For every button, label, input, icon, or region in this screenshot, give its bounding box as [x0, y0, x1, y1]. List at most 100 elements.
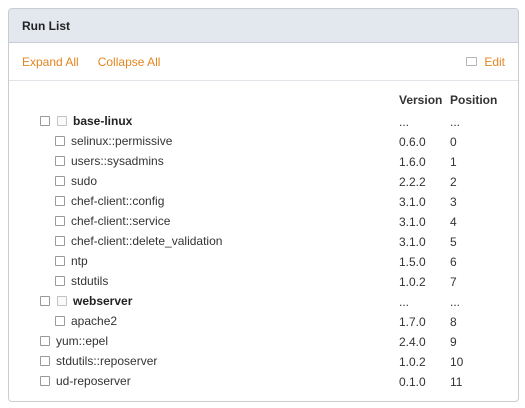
row-position: 6 [450, 255, 457, 269]
row-version: 2.2.2 [399, 175, 426, 189]
recipe-row[interactable]: ud-reposerver 0.1.0 11 [9, 371, 518, 391]
row-name-cell: chef-client::delete_validation [55, 234, 222, 248]
recipe-name: users::sysadmins [71, 154, 164, 168]
recipe-row[interactable]: stdutils 1.0.2 7 [9, 271, 518, 291]
role-row[interactable]: webserver...... [9, 291, 518, 311]
row-version: 1.0.2 [399, 355, 426, 369]
position-column-header: Position [450, 93, 498, 107]
recipe-name: chef-client::service [71, 214, 171, 228]
row-version: 1.0.2 [399, 275, 426, 289]
row-checkbox[interactable] [55, 276, 65, 286]
version-column-header: Version [399, 93, 443, 107]
recipe-name: yum::epel [56, 334, 109, 348]
row-name-cell: webserver [40, 294, 132, 308]
recipe-row[interactable]: chef-client::delete_validation 3.1.0 5 [9, 231, 518, 251]
row-checkbox[interactable] [55, 176, 65, 186]
row-name-cell: chef-client::config [55, 194, 164, 208]
row-position: 8 [450, 315, 457, 329]
recipe-name: apache2 [71, 314, 118, 328]
recipe-name: chef-client::delete_validation [71, 234, 223, 248]
toolbar: Expand All Collapse All Edit [9, 43, 518, 81]
row-name-cell: stdutils::reposerver [40, 354, 157, 368]
recipe-row[interactable]: yum::epel 2.4.0 9 [9, 331, 518, 351]
row-checkbox[interactable] [40, 296, 50, 306]
row-version: 1.7.0 [399, 315, 426, 329]
panel-title: Run List [22, 18, 70, 33]
recipe-name: stdutils [71, 274, 109, 288]
row-checkbox[interactable] [55, 236, 65, 246]
row-name-cell: stdutils [55, 274, 108, 288]
panel-header: Run List [9, 9, 518, 43]
row-name-cell: ud-reposerver [40, 374, 131, 388]
recipe-row[interactable]: selinux::permissive 0.6.0 0 [9, 131, 518, 151]
row-position: 4 [450, 215, 457, 229]
row-position: 5 [450, 235, 457, 249]
row-position: 3 [450, 195, 457, 209]
role-folder-icon [57, 296, 67, 306]
row-version: ... [399, 115, 410, 129]
expand-all-link[interactable]: Expand All [22, 55, 79, 69]
row-checkbox[interactable] [40, 116, 50, 126]
run-list-panel: Run List Expand All Collapse All Edit Ve… [8, 8, 519, 402]
row-checkbox[interactable] [55, 196, 65, 206]
row-position: 11 [450, 375, 463, 389]
row-checkbox[interactable] [55, 156, 65, 166]
recipe-name: chef-client::config [71, 194, 165, 208]
row-name-cell: sudo [55, 174, 97, 188]
recipe-row[interactable]: ntp 1.5.0 6 [9, 251, 518, 271]
row-version: 3.1.0 [399, 235, 426, 249]
row-name-cell: yum::epel [40, 334, 108, 348]
edit-button[interactable]: Edit [466, 55, 505, 69]
row-version: 2.4.0 [399, 335, 426, 349]
edit-label: Edit [484, 54, 505, 69]
row-position: 9 [450, 335, 457, 349]
row-version: 3.1.0 [399, 215, 426, 229]
role-name: webserver [73, 294, 133, 308]
role-row[interactable]: base-linux...... [9, 111, 518, 131]
row-checkbox[interactable] [55, 216, 65, 226]
row-checkbox[interactable] [55, 316, 65, 326]
row-position: 7 [450, 275, 457, 289]
recipe-name: ud-reposerver [56, 374, 131, 388]
recipe-row[interactable]: chef-client::service 3.1.0 4 [9, 211, 518, 231]
role-name: base-linux [73, 114, 133, 128]
row-name-cell: ntp [55, 254, 88, 268]
row-name-cell: base-linux [40, 114, 132, 128]
row-version: 1.6.0 [399, 155, 426, 169]
row-name-cell: apache2 [55, 314, 117, 328]
row-position: 0 [450, 135, 457, 149]
row-version: 0.1.0 [399, 375, 426, 389]
row-checkbox[interactable] [55, 256, 65, 266]
row-name-cell: users::sysadmins [55, 154, 164, 168]
recipe-name: ntp [71, 254, 88, 268]
row-position: ... [450, 295, 461, 309]
row-position: ... [450, 115, 461, 129]
row-version: 0.6.0 [399, 135, 426, 149]
recipe-name: sudo [71, 174, 98, 188]
recipe-row[interactable]: sudo 2.2.2 2 [9, 171, 518, 191]
row-name-cell: selinux::permissive [55, 134, 172, 148]
row-position: 10 [450, 355, 464, 369]
table-header-row: Version Position [9, 91, 518, 111]
row-checkbox[interactable] [40, 356, 50, 366]
collapse-all-link[interactable]: Collapse All [98, 55, 161, 69]
table-body: base-linux...... selinux::permissive 0.6.0… [9, 111, 518, 391]
row-version: 3.1.0 [399, 195, 426, 209]
recipe-row[interactable]: users::sysadmins 1.6.0 1 [9, 151, 518, 171]
run-list-table: Version Position base-linux...... selinux… [9, 81, 518, 391]
row-version: 1.5.0 [399, 255, 426, 269]
row-position: 2 [450, 175, 457, 189]
row-name-cell: chef-client::service [55, 214, 170, 228]
row-position: 1 [450, 155, 457, 169]
recipe-name: stdutils::reposerver [56, 354, 158, 368]
role-folder-icon [57, 116, 67, 126]
edit-icon [466, 57, 478, 66]
recipe-row[interactable]: stdutils::reposerver 1.0.2 10 [9, 351, 518, 371]
row-checkbox[interactable] [55, 136, 65, 146]
recipe-row[interactable]: apache2 1.7.0 8 [9, 311, 518, 331]
recipe-row[interactable]: chef-client::config 3.1.0 3 [9, 191, 518, 211]
row-checkbox[interactable] [40, 376, 50, 386]
row-version: ... [399, 295, 410, 309]
row-checkbox[interactable] [40, 336, 50, 346]
recipe-name: selinux::permissive [71, 134, 173, 148]
